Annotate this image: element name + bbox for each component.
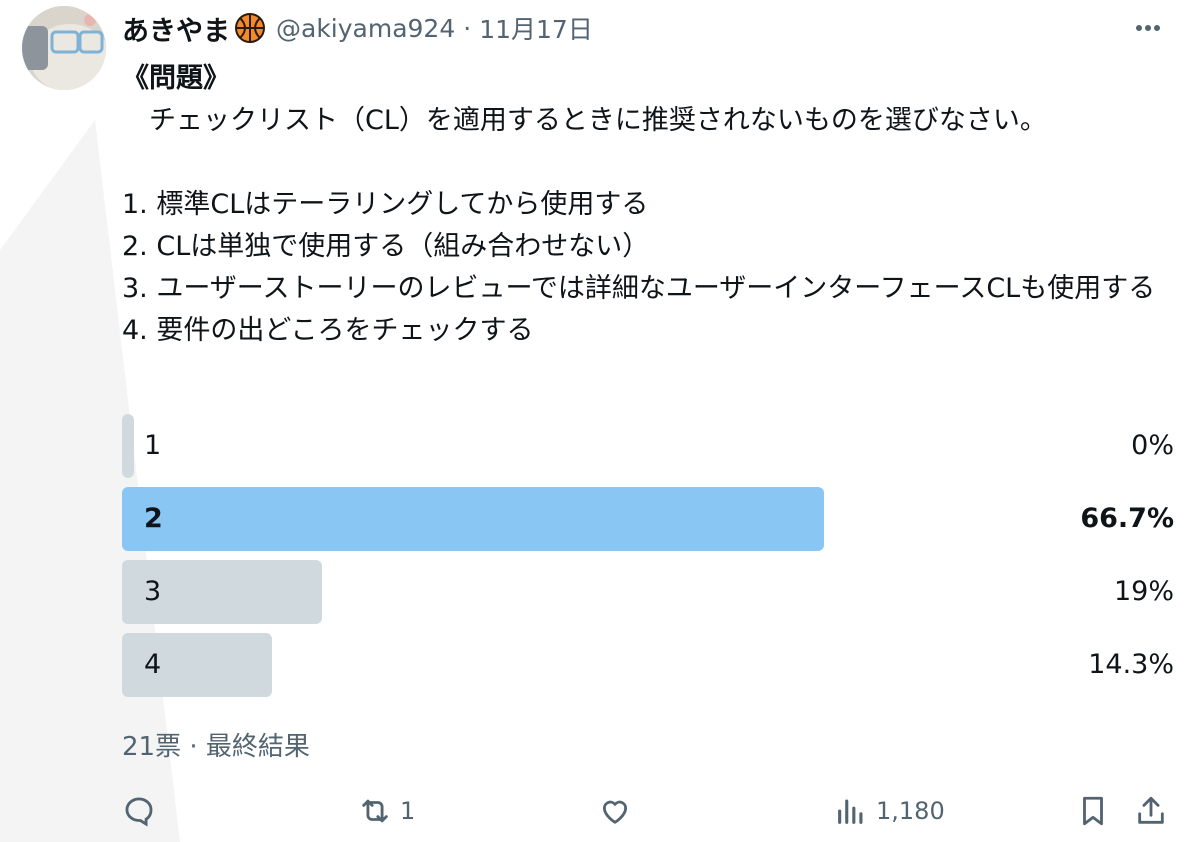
- question-body: チェックリスト（CL）を適用するときに推奨されないものを選びなさい。 1. 標準…: [122, 105, 1156, 346]
- question-title: 《問題》: [122, 63, 230, 94]
- poll-option-percent: 0%: [1131, 430, 1174, 461]
- bookmark-button[interactable]: [1076, 784, 1110, 838]
- poll-option: 2 66.7%: [122, 487, 1174, 551]
- user-handle[interactable]: @akiyama924: [276, 14, 455, 43]
- poll-option-percent: 14.3%: [1088, 649, 1174, 680]
- views-button[interactable]: 1,180: [834, 784, 945, 838]
- poll: 1 0% 2 66.7% 3 19% 4 14.3%: [122, 414, 1174, 706]
- poll-option-label: 1: [144, 430, 162, 461]
- poll-option-percent: 19%: [1113, 576, 1174, 607]
- poll-option: 3 19%: [122, 560, 1174, 624]
- action-bar: 1 1,180: [122, 784, 1174, 838]
- poll-option-label: 4: [144, 649, 162, 680]
- bookmark-icon: [1083, 796, 1103, 826]
- poll-bar: [122, 414, 134, 478]
- more-icon[interactable]: [1126, 6, 1170, 50]
- poll-option-percent: 66.7%: [1080, 503, 1174, 534]
- tweet-date[interactable]: 11月17日: [479, 10, 593, 46]
- poll-bar: [122, 487, 824, 551]
- avatar[interactable]: [22, 6, 106, 90]
- separator-dot: ·: [463, 13, 472, 43]
- poll-option: 1 0%: [122, 414, 1174, 478]
- reply-button[interactable]: [122, 784, 164, 838]
- retweet-count: 1: [400, 797, 416, 825]
- share-button[interactable]: [1134, 784, 1168, 838]
- display-name[interactable]: あきやま: [122, 9, 230, 48]
- views-count: 1,180: [876, 797, 945, 825]
- tweet-text: 《問題》 チェックリスト（CL）を適用するときに推奨されないものを選びなさい。 …: [122, 58, 1182, 352]
- share-icon: [1138, 796, 1164, 824]
- like-button[interactable]: [598, 784, 640, 838]
- basketball-icon: [234, 12, 266, 44]
- poll-option-label: 3: [144, 576, 162, 607]
- views-icon: [838, 799, 863, 824]
- tweet-header: あきやま @akiyama924 · 11月17日: [122, 6, 1180, 50]
- like-icon: [602, 800, 628, 824]
- retweet-button[interactable]: 1: [358, 784, 415, 838]
- poll-meta: 21票 · 最終結果: [122, 732, 310, 762]
- poll-option-label: 2: [144, 503, 163, 534]
- retweet-icon: [362, 799, 388, 823]
- reply-icon: [125, 797, 153, 827]
- poll-option: 4 14.3%: [122, 633, 1174, 697]
